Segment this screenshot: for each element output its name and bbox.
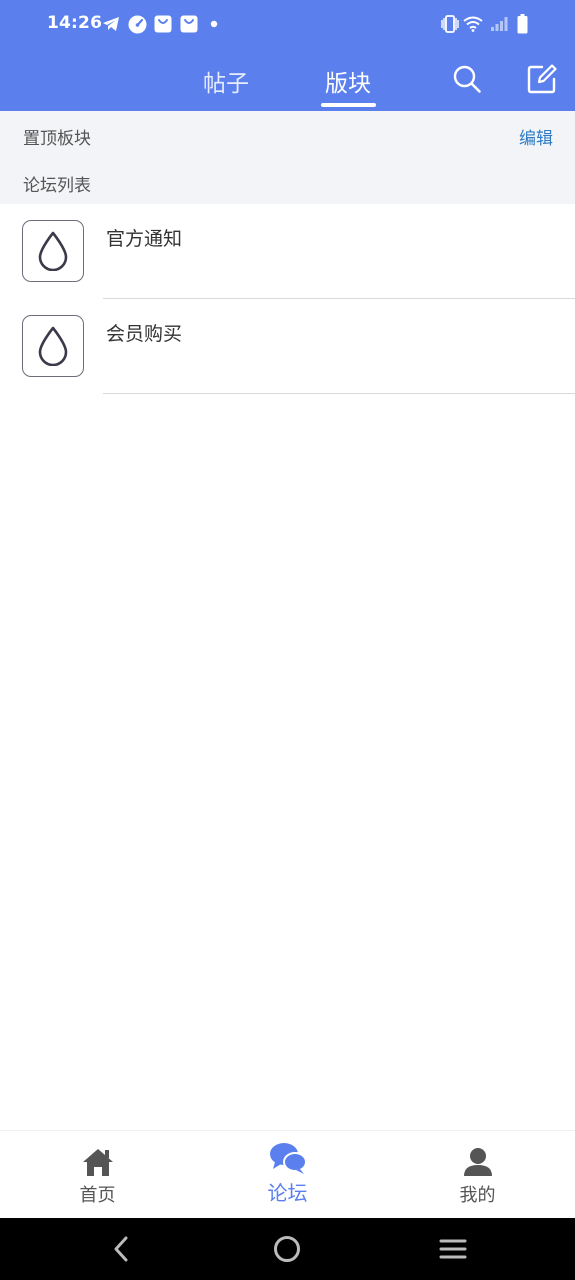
- home-circle-icon[interactable]: [270, 1233, 304, 1265]
- wifi-icon: [463, 13, 483, 35]
- forum-name: 官方通知: [106, 228, 183, 250]
- shopping-bag-icon: [153, 13, 173, 35]
- battery-icon: [514, 13, 530, 35]
- edit-icon[interactable]: [526, 63, 558, 95]
- forum-name: 会员购买: [106, 323, 183, 345]
- dot-icon: [208, 13, 220, 35]
- recents-icon[interactable]: [436, 1233, 470, 1265]
- signal-icon: [489, 13, 509, 35]
- status-bar: 14:26: [0, 0, 575, 48]
- forum-item-official-notice[interactable]: 官方通知: [0, 204, 575, 299]
- shopping-bag-icon: [179, 13, 199, 35]
- system-nav-bar: [0, 1218, 575, 1280]
- forum-list-header: 论坛列表: [0, 157, 575, 204]
- status-time: 14:26: [47, 13, 103, 33]
- forum-list-label: 论坛列表: [23, 176, 91, 196]
- tab-boards[interactable]: 版块: [325, 64, 371, 98]
- nav-forum[interactable]: 论坛: [192, 1131, 383, 1219]
- droplet-icon: [22, 315, 84, 377]
- nav-label: 首页: [79, 1185, 116, 1206]
- pinned-boards-label: 置顶板块: [23, 129, 91, 149]
- speedometer-icon: [127, 13, 147, 35]
- forum-item-membership-purchase[interactable]: 会员购买: [0, 299, 575, 394]
- pinned-boards-header: 置顶板块 编辑: [0, 111, 575, 157]
- edit-button[interactable]: 编辑: [519, 124, 553, 149]
- bottom-nav: 首页 论坛 我的: [0, 1130, 575, 1218]
- chat-bubbles-icon: [269, 1141, 307, 1175]
- app-bar: 帖子 版块: [0, 48, 575, 111]
- nav-label: 论坛: [267, 1181, 308, 1205]
- search-icon[interactable]: [451, 63, 483, 95]
- vibrate-icon: [440, 13, 460, 35]
- home-icon: [81, 1147, 115, 1177]
- back-icon[interactable]: [104, 1233, 138, 1265]
- divider: [103, 393, 575, 394]
- droplet-icon: [22, 220, 84, 282]
- tab-posts[interactable]: 帖子: [203, 64, 249, 98]
- nav-profile[interactable]: 我的: [382, 1131, 573, 1219]
- nav-home[interactable]: 首页: [2, 1131, 193, 1219]
- nav-label: 我的: [459, 1185, 496, 1206]
- person-icon: [462, 1147, 494, 1177]
- telegram-icon: [101, 13, 121, 35]
- active-tab-indicator: [321, 103, 376, 107]
